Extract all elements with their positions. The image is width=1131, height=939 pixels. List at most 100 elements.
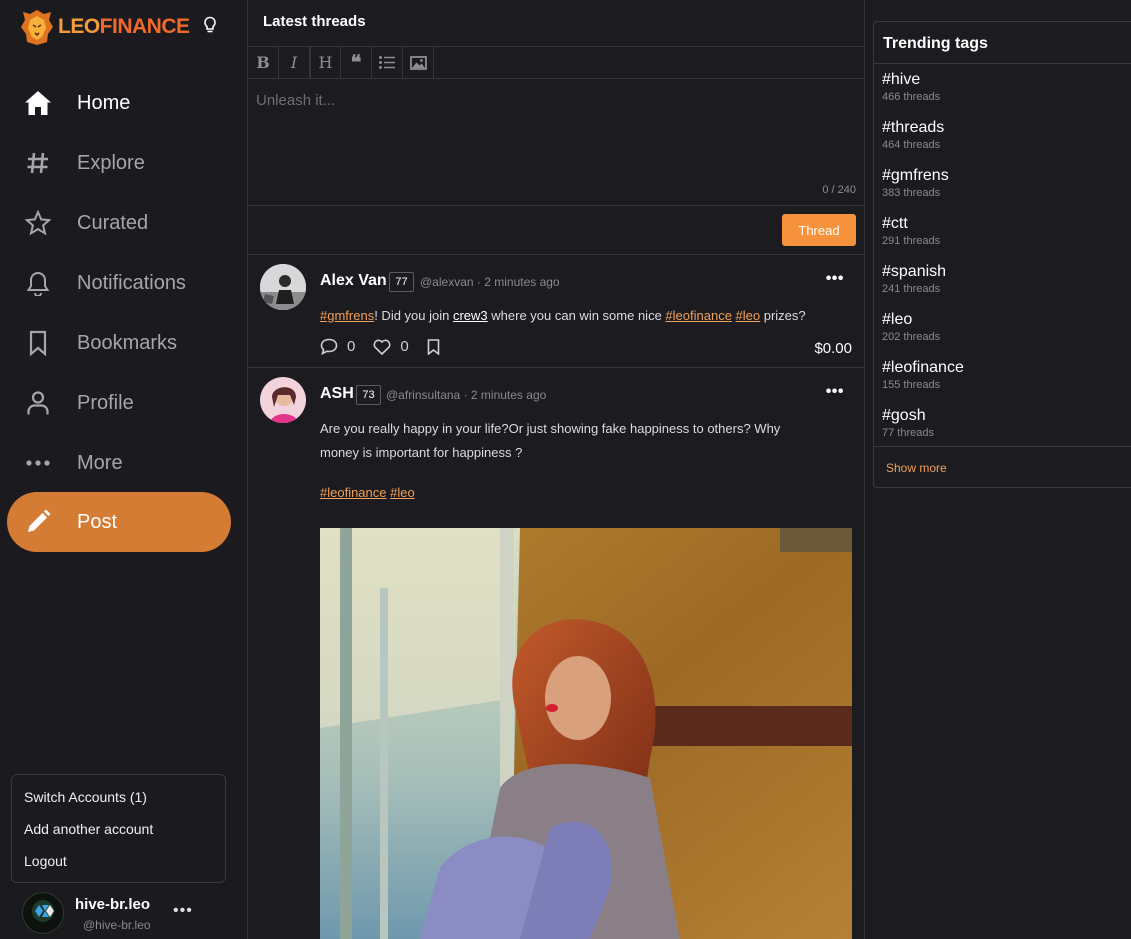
nav-profile[interactable]: Profile (0, 373, 247, 433)
post-handle[interactable]: @alexvan (420, 275, 474, 289)
logo[interactable]: LEOFINANCE (20, 8, 190, 46)
user-more-icon[interactable]: ••• (173, 902, 193, 920)
avatar (22, 892, 64, 934)
image-icon (409, 55, 427, 70)
bookmark-icon (427, 338, 439, 355)
bold-button[interactable]: B (248, 47, 279, 78)
reputation-badge: 77 (389, 272, 414, 292)
user-handle: @hive-br.leo (83, 918, 151, 932)
switch-accounts-item[interactable]: Switch Accounts (1) (12, 781, 225, 813)
tag-name: #gosh (882, 407, 926, 424)
nav-home[interactable]: Home (0, 73, 247, 133)
post-options-icon[interactable]: ••• (826, 270, 844, 288)
trending-tag[interactable]: #threads 464 threads (882, 119, 944, 151)
nav-curated[interactable]: Curated (0, 193, 247, 253)
post-time: 2 minutes ago (484, 275, 560, 289)
post-avatar[interactable] (260, 377, 306, 423)
show-more-link[interactable]: Show more (886, 461, 947, 475)
trending-tags-panel: Trending tags #hive 466 threads #threads… (873, 21, 1131, 488)
account-menu: Switch Accounts (1) Add another account … (11, 774, 226, 883)
trending-tag[interactable]: #spanish 241 threads (882, 263, 946, 295)
post-author[interactable]: Alex Van (320, 272, 387, 290)
comment-button[interactable]: 0 (320, 338, 355, 355)
trending-tag[interactable]: #hive 466 threads (882, 71, 940, 103)
trending-tag[interactable]: #leofinance 155 threads (882, 359, 964, 391)
quote-button[interactable]: ❝ (341, 47, 372, 78)
nav-bookmarks-label: Bookmarks (77, 331, 178, 354)
nav-more-label: More (77, 451, 123, 474)
trending-tag[interactable]: #leo 202 threads (882, 311, 940, 343)
like-button[interactable]: 0 (373, 338, 409, 355)
more-icon (24, 449, 52, 477)
post-body: #gmfrens! Did you join crew3 where you c… (320, 304, 850, 328)
add-account-item[interactable]: Add another account (12, 813, 225, 845)
sidebar: LEOFINANCE Home Explore Curated Notifica… (0, 0, 248, 939)
bookmark-button[interactable] (427, 338, 440, 355)
thread-submit-button[interactable]: Thread (782, 214, 856, 246)
hashtag-link[interactable]: #gmfrens (320, 308, 374, 323)
lightbulb-icon[interactable] (203, 16, 217, 39)
char-counter: 0 / 240 (822, 184, 856, 196)
tag-count: 155 threads (882, 379, 941, 391)
crew3-link[interactable]: crew3 (453, 308, 488, 323)
post-handle[interactable]: @afrinsultana (386, 388, 460, 402)
quote-icon: ❝ (350, 52, 362, 74)
post-tags: #leofinance #leo (320, 481, 850, 505)
heading-button[interactable]: H (310, 47, 341, 78)
nav-bookmarks[interactable]: Bookmarks (0, 313, 247, 373)
hashtag-link[interactable]: #leofinance (320, 485, 387, 500)
pencil-icon (24, 508, 52, 536)
reputation-badge: 73 (356, 385, 381, 405)
lion-logo-icon (21, 10, 53, 45)
post-button[interactable]: Post (7, 492, 231, 552)
post-options-icon[interactable]: ••• (826, 383, 844, 401)
tag-name: #leofinance (882, 359, 964, 376)
post-image[interactable] (320, 528, 852, 939)
post-payout[interactable]: $0.00 (814, 340, 852, 357)
italic-button[interactable]: I (279, 47, 310, 78)
bold-icon: B (256, 53, 270, 72)
tag-name: #spanish (882, 263, 947, 280)
post-actions: 0 0 (320, 338, 458, 355)
post-meta: @alexvan · 2 minutes ago (420, 275, 560, 289)
current-user[interactable]: hive-br.leo @hive-br.leo ••• (22, 892, 242, 936)
comment-icon (320, 338, 338, 355)
hashtag-link[interactable]: #leo (390, 485, 415, 500)
post-text-line: money is important for happiness ? (320, 445, 523, 460)
editor-placeholder: Unleash it... (256, 92, 336, 109)
divider (874, 63, 1131, 64)
hashtag-link[interactable]: #leofinance (665, 308, 732, 323)
post-button-label: Post (77, 510, 118, 533)
post-author[interactable]: ASH (320, 385, 354, 403)
thread-post: Alex Van 77 @alexvan · 2 minutes ago •••… (248, 255, 864, 367)
tag-name: #hive (882, 71, 921, 88)
comment-count: 0 (347, 338, 356, 355)
nav-profile-label: Profile (77, 391, 134, 414)
like-count: 0 (400, 338, 409, 355)
tag-name: #ctt (882, 215, 908, 232)
nav-explore-label: Explore (77, 151, 145, 174)
tag-count: 202 threads (882, 331, 941, 343)
divider (874, 446, 1131, 447)
post-text: prizes? (760, 308, 806, 323)
nav-explore[interactable]: Explore (0, 133, 247, 193)
tag-count: 464 threads (882, 139, 941, 151)
nav-more[interactable]: More (0, 433, 247, 493)
logout-item[interactable]: Logout (12, 845, 225, 877)
bell-icon (24, 269, 52, 297)
post-avatar[interactable] (260, 264, 306, 310)
trending-tag[interactable]: #ctt 291 threads (882, 215, 940, 247)
trending-title: Trending tags (883, 35, 988, 52)
image-button[interactable] (403, 47, 434, 78)
nav-notifications-label: Notifications (77, 271, 186, 294)
tag-count: 383 threads (882, 187, 941, 199)
star-icon (24, 209, 52, 237)
list-button[interactable] (372, 47, 403, 78)
hashtag-link[interactable]: #leo (736, 308, 761, 323)
tag-count: 77 threads (882, 427, 934, 439)
user-name: hive-br.leo (75, 896, 151, 913)
nav-notifications[interactable]: Notifications (0, 253, 247, 313)
trending-tag[interactable]: #gosh 77 threads (882, 407, 934, 439)
trending-tag[interactable]: #gmfrens 383 threads (882, 167, 949, 199)
thread-editor[interactable]: Unleash it... 0 / 240 (248, 78, 864, 206)
